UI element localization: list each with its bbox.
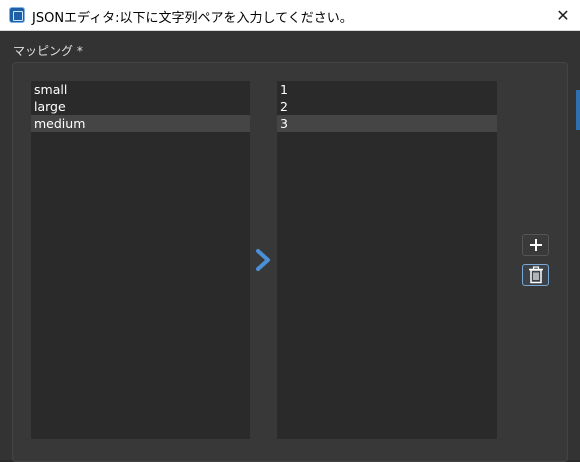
list-item[interactable]: large bbox=[31, 98, 250, 115]
list-item[interactable]: 3 bbox=[277, 115, 497, 132]
key-list[interactable]: small large medium bbox=[31, 81, 250, 439]
trash-icon bbox=[528, 266, 543, 284]
app-icon bbox=[9, 7, 25, 23]
close-button[interactable]: ✕ bbox=[546, 0, 580, 31]
list-item[interactable]: 2 bbox=[277, 98, 497, 115]
chevron-right-icon bbox=[256, 249, 270, 271]
window-edge-highlight bbox=[576, 90, 580, 130]
title-bar: JSONエディタ:以下に文字列ペアを入力してください。 ✕ bbox=[0, 0, 580, 31]
delete-pair-button[interactable] bbox=[522, 264, 549, 286]
value-list[interactable]: 1 2 3 bbox=[277, 81, 497, 439]
list-item[interactable]: medium bbox=[31, 115, 250, 132]
list-item[interactable]: 1 bbox=[277, 81, 497, 98]
add-pair-button[interactable] bbox=[522, 234, 549, 256]
mapping-label: マッピング * bbox=[13, 44, 83, 58]
close-icon: ✕ bbox=[556, 6, 570, 25]
plus-icon bbox=[529, 239, 542, 251]
dialog-window: JSONエディタ:以下に文字列ペアを入力してください。 ✕ マッピング * sm… bbox=[0, 0, 580, 462]
list-item[interactable]: small bbox=[31, 81, 250, 98]
window-title: JSONエディタ:以下に文字列ペアを入力してください。 bbox=[32, 11, 353, 26]
